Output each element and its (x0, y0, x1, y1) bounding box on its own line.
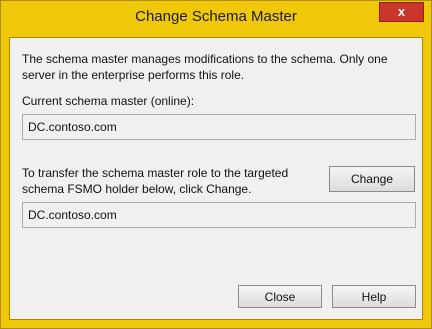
close-window-button[interactable]: x (379, 2, 424, 22)
current-master-field[interactable]: DC.contoso.com (22, 114, 416, 140)
title-bar[interactable]: Change Schema Master x (1, 1, 431, 36)
change-button[interactable]: Change (329, 166, 415, 192)
help-button[interactable]: Help (332, 285, 416, 308)
current-master-label: Current schema master (online): (22, 94, 195, 108)
dialog-content: The schema master manages modifications … (9, 37, 423, 320)
close-button[interactable]: Close (238, 285, 322, 308)
description-text: The schema master manages modifications … (22, 52, 388, 82)
transfer-instruction-text: To transfer the schema master role to th… (22, 166, 289, 196)
target-fsmo-field[interactable]: DC.contoso.com (22, 202, 416, 228)
window-title: Change Schema Master (135, 8, 297, 25)
dialog-window: Change Schema Master x The schema master… (0, 0, 432, 329)
close-icon: x (397, 4, 406, 19)
